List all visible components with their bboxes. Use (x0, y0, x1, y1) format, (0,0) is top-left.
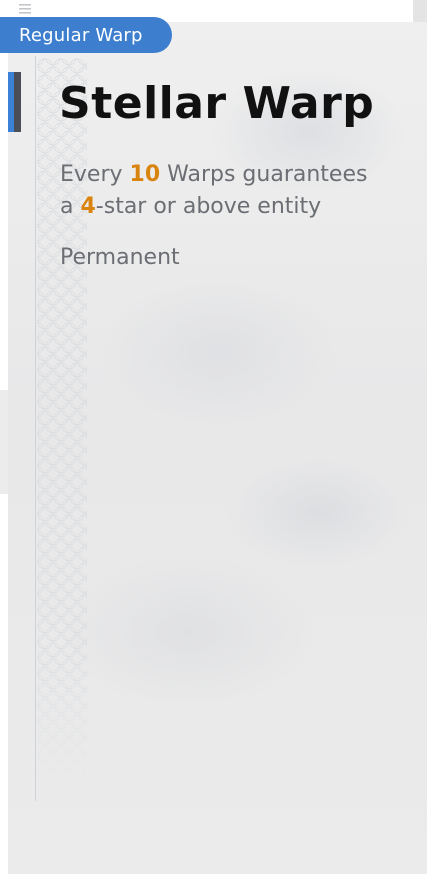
vertical-divider (35, 56, 36, 801)
warp-count-highlight: 10 (129, 162, 161, 187)
tab-regular-warp[interactable]: Regular Warp (0, 17, 172, 53)
star-rating-highlight: 4 (80, 194, 96, 219)
tab-label: Regular Warp (19, 24, 143, 46)
banner-title: Stellar Warp (59, 78, 375, 129)
banner-duration: Permanent (60, 245, 180, 270)
description-text: -star or above entity (95, 194, 322, 219)
left-edge-strip (0, 390, 8, 494)
menu-icon (19, 4, 31, 14)
description-text: a (60, 194, 81, 219)
description-text: Warps guarantees (160, 162, 368, 187)
description-text: Every (60, 162, 130, 187)
banner-description: Every 10 Warps guarantees a 4-star or ab… (60, 159, 420, 223)
accent-bar-shadow (14, 72, 21, 132)
